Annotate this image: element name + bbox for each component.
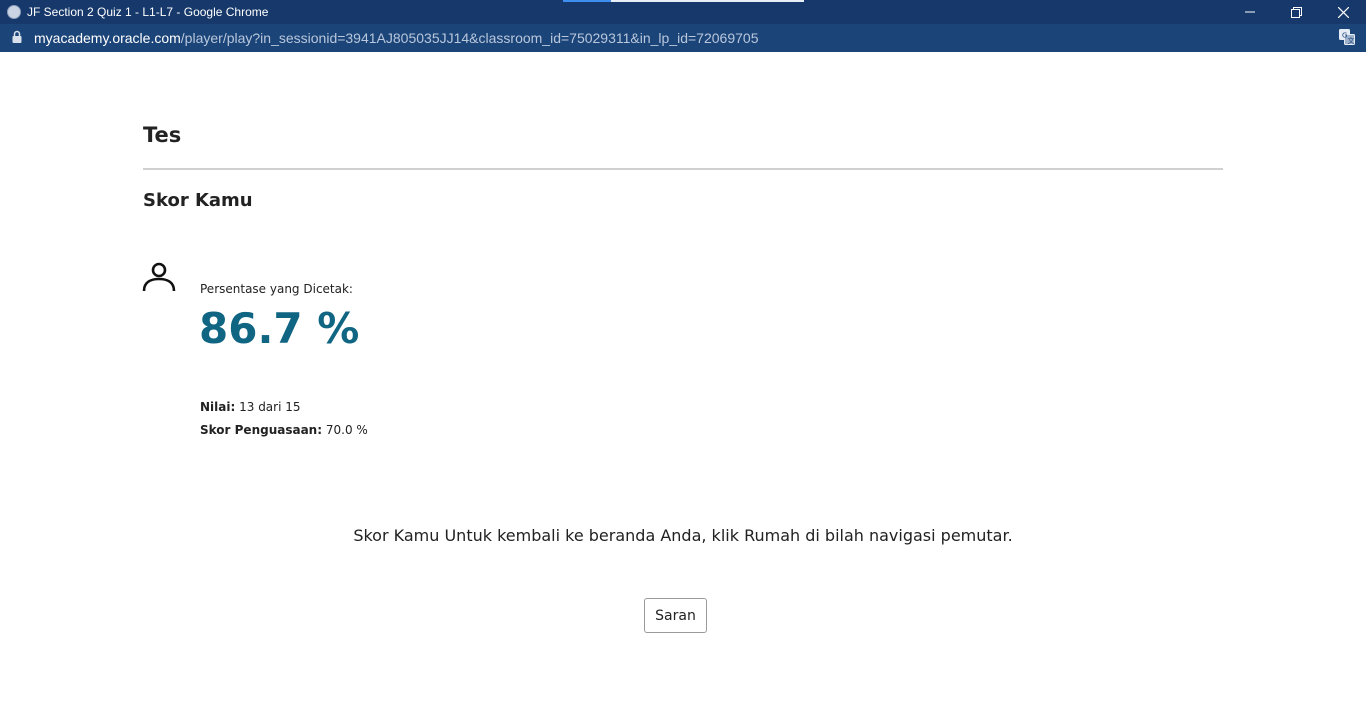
url-domain: myacademy.oracle.com	[34, 30, 181, 46]
translate-icon[interactable]: G 文	[1339, 29, 1355, 48]
grade-label: Nilai:	[200, 400, 236, 414]
mastery-label: Skor Penguasaan:	[200, 423, 323, 437]
mastery-value: 70.0 %	[325, 423, 368, 437]
close-icon	[1337, 6, 1349, 18]
tab-indicator	[563, 0, 611, 2]
user-icon	[141, 261, 177, 297]
address-bar[interactable]: myacademy.oracle.com/player/play?in_sess…	[0, 24, 1366, 52]
close-button[interactable]	[1320, 0, 1366, 24]
window-title: JF Section 2 Quiz 1 - L1-L7 - Google Chr…	[27, 5, 269, 19]
page-title: Tes	[143, 123, 182, 147]
divider	[143, 168, 1223, 170]
lock-icon	[12, 30, 22, 47]
restore-button[interactable]	[1273, 0, 1319, 24]
restore-icon	[1290, 6, 1302, 18]
return-home-message: Skor Kamu Untuk kembali ke beranda Anda,…	[353, 526, 1013, 545]
minimize-icon	[1245, 11, 1255, 13]
grade-value: 13 dari 15	[239, 400, 301, 414]
grade-stat: Nilai: 13 dari 15	[200, 400, 301, 414]
tab-strip	[611, 0, 804, 2]
minimize-button[interactable]	[1227, 0, 1273, 24]
chrome-globe-icon	[7, 5, 21, 19]
mastery-stat: Skor Penguasaan: 70.0 %	[200, 423, 368, 437]
feedback-button[interactable]: Saran	[644, 598, 707, 633]
percentage-score: 86.7 %	[199, 304, 360, 353]
url-path: /player/play?in_sessionid=3941AJ805035JJ…	[180, 30, 759, 46]
section-title: Skor Kamu	[143, 190, 253, 211]
svg-text:文: 文	[1348, 36, 1355, 45]
window-titlebar: JF Section 2 Quiz 1 - L1-L7 - Google Chr…	[0, 0, 1366, 24]
url-text[interactable]: myacademy.oracle.com/player/play?in_sess…	[34, 30, 758, 46]
percentage-label: Persentase yang Dicetak:	[200, 282, 353, 296]
